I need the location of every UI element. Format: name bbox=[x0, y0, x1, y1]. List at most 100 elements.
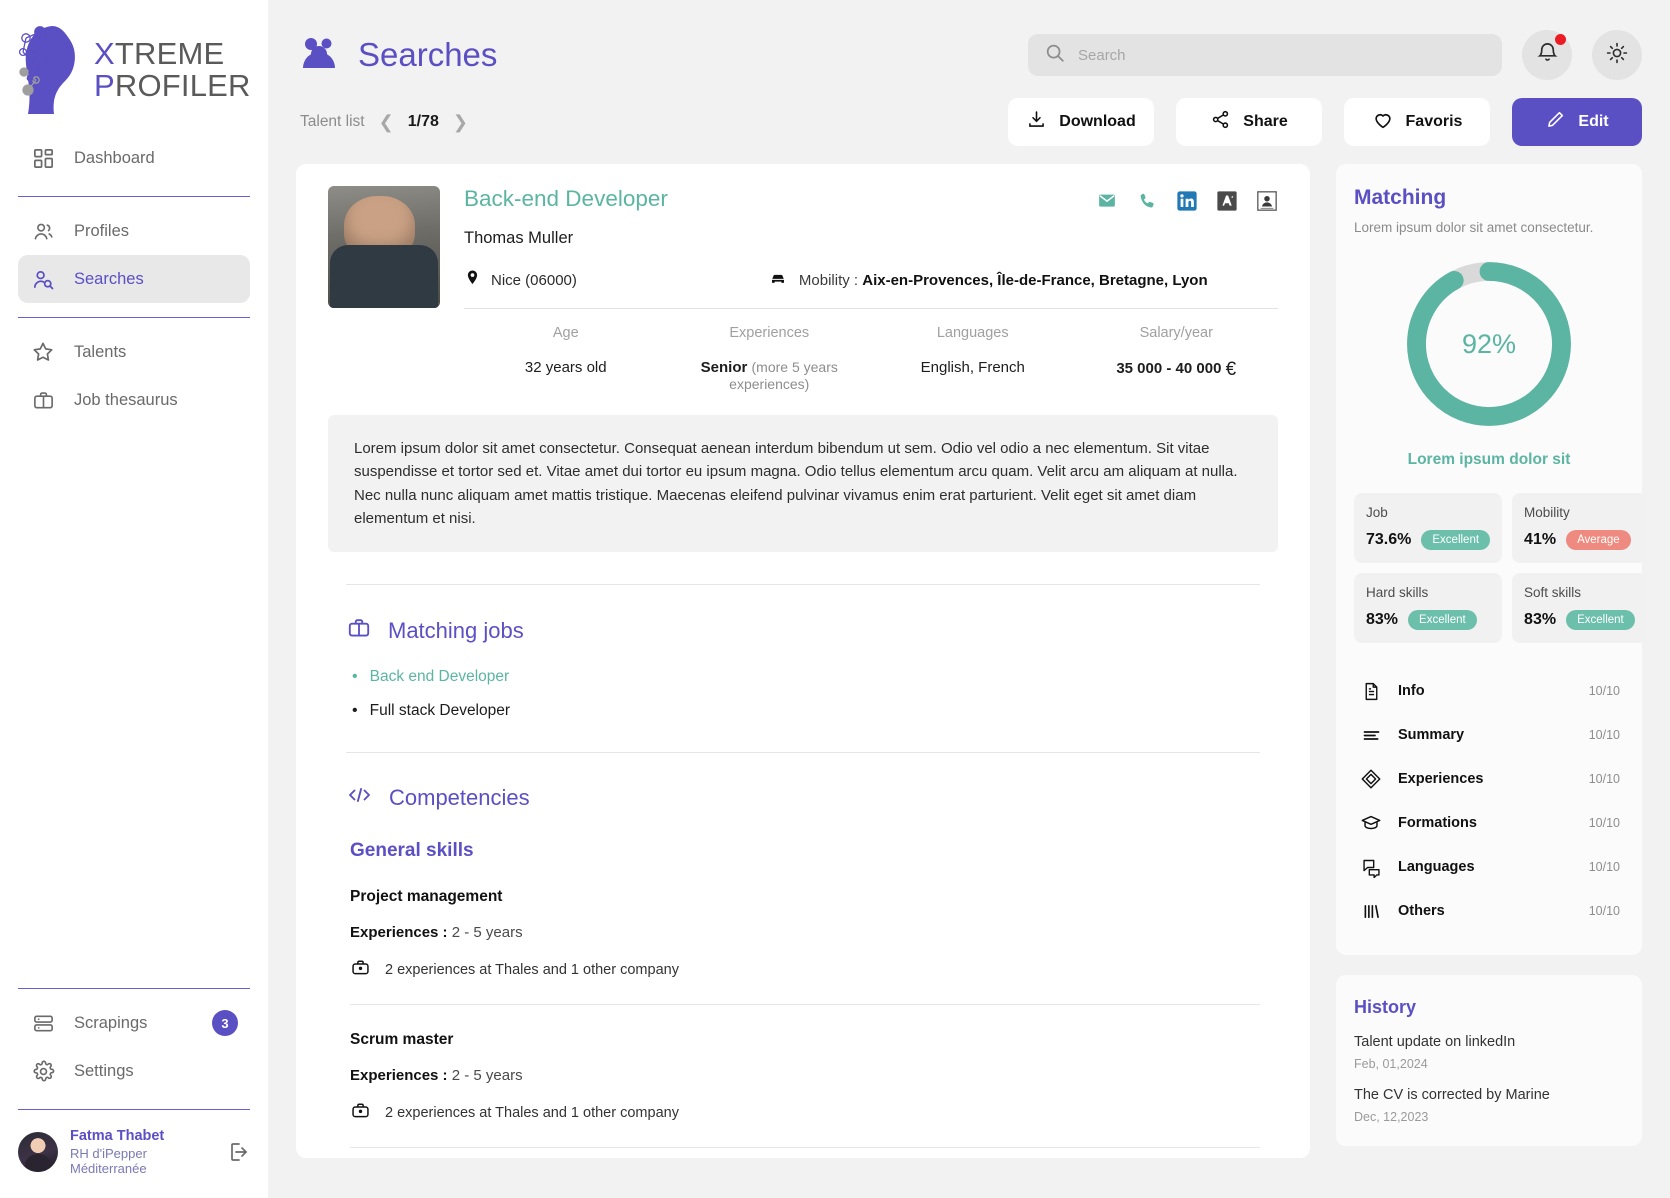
skill-name: Project management bbox=[350, 888, 503, 905]
edit-button[interactable]: Edit bbox=[1512, 98, 1642, 146]
score-row-formations[interactable]: Formations 10/10 bbox=[1354, 801, 1624, 845]
logout-icon[interactable] bbox=[226, 1140, 250, 1164]
mobility-text: Mobility : Aix-en-Provences, Île-de-Fran… bbox=[798, 271, 1208, 289]
matching-score: 92% bbox=[1461, 328, 1517, 359]
breadcrumb-talent-list[interactable]: Talent list bbox=[300, 113, 365, 131]
skill-companies: 2 experiences at Thales and 1 other comp… bbox=[350, 1100, 1278, 1125]
matching-panel: Matching Lorem ipsum dolor sit amet cons… bbox=[1336, 164, 1647, 955]
profile-description: Lorem ipsum dolor sit amet consectetur. … bbox=[328, 415, 1278, 552]
apec-icon[interactable] bbox=[1216, 190, 1238, 212]
briefcase-icon bbox=[350, 1100, 371, 1125]
topbar: Searches bbox=[268, 0, 1670, 80]
candidate-job-title: Back-end Developer bbox=[464, 186, 668, 211]
cv-doc-icon[interactable] bbox=[1256, 190, 1278, 212]
email-icon[interactable] bbox=[1096, 190, 1118, 212]
skills-section: General skills Project management Experi… bbox=[328, 812, 1278, 1148]
sidebar-item-label: Job thesaurus bbox=[74, 390, 178, 409]
lines-icon bbox=[1360, 724, 1382, 746]
score-row-experiences[interactable]: Experiences 10/10 bbox=[1354, 757, 1624, 801]
score-value: 10/10 bbox=[1588, 860, 1620, 874]
server-icon bbox=[30, 1010, 56, 1036]
score-label: Summary bbox=[1398, 727, 1465, 743]
theme-toggle-button[interactable] bbox=[1592, 30, 1642, 80]
score-row-languages[interactable]: Languages 10/10 bbox=[1354, 845, 1624, 889]
metric-value: 83% bbox=[1366, 611, 1399, 628]
brand-logo[interactable]: XTREME PROFILER bbox=[0, 0, 268, 128]
metric-mobility: Mobility 41% Average bbox=[1512, 493, 1647, 563]
search-icon bbox=[1044, 42, 1066, 69]
sidebar: XTREME PROFILER Dashboard Profiles Searc… bbox=[0, 0, 268, 1198]
stat-value: Senior (more 5 years experiences) bbox=[700, 359, 838, 392]
status-badge: Excellent bbox=[1566, 610, 1635, 630]
sidebar-item-label: Searches bbox=[74, 269, 144, 288]
sidebar-item-scrapings[interactable]: Scrapings 3 bbox=[18, 999, 250, 1047]
edit-label: Edit bbox=[1578, 113, 1609, 130]
profile-header: Back-end Developer Thomas Muller Nice (0… bbox=[328, 186, 1278, 393]
score-row-summary[interactable]: Summary 10/10 bbox=[1354, 713, 1624, 757]
sidebar-item-searches[interactable]: Searches bbox=[18, 255, 250, 303]
share-button[interactable]: Share bbox=[1176, 98, 1322, 146]
sidebar-item-dashboard[interactable]: Dashboard bbox=[18, 134, 250, 182]
user-profile-block[interactable]: Fatma Thabet RH d'iPepper Méditerranée bbox=[0, 1110, 268, 1198]
status-badge: Average bbox=[1566, 530, 1631, 550]
xtreme-profiler-head-icon bbox=[14, 22, 88, 118]
competencies-title: Competencies bbox=[389, 784, 530, 810]
metric-hard-skills: Hard skills 83% Excellent bbox=[1354, 573, 1503, 643]
matching-donut: 92% bbox=[1402, 257, 1576, 431]
score-label: Formations bbox=[1398, 815, 1477, 831]
chevron-right-icon[interactable]: ❯ bbox=[453, 112, 468, 133]
download-button[interactable]: Download bbox=[1008, 98, 1154, 146]
cube-icon bbox=[1360, 768, 1382, 790]
skills-group-title: General skills bbox=[350, 840, 474, 861]
sidebar-item-talents[interactable]: Talents bbox=[18, 328, 250, 376]
sidebar-item-settings[interactable]: Settings bbox=[18, 1047, 250, 1095]
stat-label: Age bbox=[552, 325, 579, 341]
competencies-header: Competencies bbox=[328, 753, 1278, 812]
candidate-location: Nice (06000) bbox=[491, 271, 577, 289]
candidate-name: Thomas Muller bbox=[464, 229, 574, 247]
chevron-left-icon[interactable]: ❮ bbox=[379, 112, 394, 133]
metric-label: Soft skills bbox=[1524, 585, 1582, 600]
search-input[interactable] bbox=[1078, 46, 1486, 64]
scrapings-badge: 3 bbox=[212, 1010, 238, 1036]
topbar-right bbox=[1028, 22, 1642, 80]
sidebar-divider-1 bbox=[18, 196, 250, 197]
phone-icon[interactable] bbox=[1136, 190, 1158, 212]
sidebar-item-profiles[interactable]: Profiles bbox=[18, 207, 250, 255]
score-row-others[interactable]: Others 10/10 bbox=[1354, 889, 1624, 933]
score-value: 10/10 bbox=[1588, 816, 1620, 830]
notifications-button[interactable] bbox=[1522, 30, 1572, 80]
sun-icon bbox=[1605, 41, 1629, 70]
avatar bbox=[18, 1132, 58, 1172]
favoris-button[interactable]: Favoris bbox=[1344, 98, 1490, 146]
mobility-row: Mobility : Aix-en-Provences, Île-de-Fran… bbox=[767, 269, 1208, 292]
map-pin-icon bbox=[464, 268, 481, 292]
linkedin-icon[interactable] bbox=[1176, 190, 1198, 212]
matching-caption: Lorem ipsum dolor sit bbox=[1407, 451, 1571, 468]
metric-soft-skills: Soft skills 83% Excellent bbox=[1512, 573, 1647, 643]
list-item[interactable]: • Full stack Developer bbox=[352, 702, 1278, 720]
score-value: 10/10 bbox=[1588, 772, 1620, 786]
global-search[interactable] bbox=[1028, 34, 1502, 76]
user-search-icon bbox=[30, 266, 56, 292]
score-value: 10/10 bbox=[1588, 684, 1620, 698]
sidebar-item-job-thesaurus[interactable]: Job thesaurus bbox=[18, 376, 250, 424]
list-item[interactable]: • Back end Developer bbox=[352, 668, 1278, 686]
matching-donut-wrap: 92% bbox=[1354, 257, 1624, 431]
share-label: Share bbox=[1243, 113, 1288, 130]
score-label: Experiences bbox=[1398, 771, 1484, 787]
score-row-info[interactable]: Info 10/10 bbox=[1354, 669, 1624, 713]
notification-dot bbox=[1555, 34, 1566, 45]
sidebar-item-label: Dashboard bbox=[74, 148, 155, 167]
main-area: Searches Search Talent list ❮ 1/78 ❯ Dow… bbox=[268, 0, 1670, 1198]
sidebar-divider-2 bbox=[18, 317, 250, 318]
skill-companies-text: 2 experiences at Thales and 1 other comp… bbox=[385, 961, 679, 978]
stat-languages: Languages English, French bbox=[871, 325, 1075, 393]
history-item: Talent update on linkedIn Feb, 01,2024 bbox=[1354, 1034, 1624, 1071]
metric-label: Mobility bbox=[1524, 505, 1570, 520]
score-label: Languages bbox=[1398, 859, 1475, 875]
breadcrumb-position: 1/78 bbox=[407, 113, 439, 130]
history-text: Talent update on linkedIn bbox=[1354, 1034, 1516, 1050]
subbar: Talent list ❮ 1/78 ❯ Download Share Favo… bbox=[268, 80, 1670, 146]
bell-icon bbox=[1536, 41, 1559, 69]
